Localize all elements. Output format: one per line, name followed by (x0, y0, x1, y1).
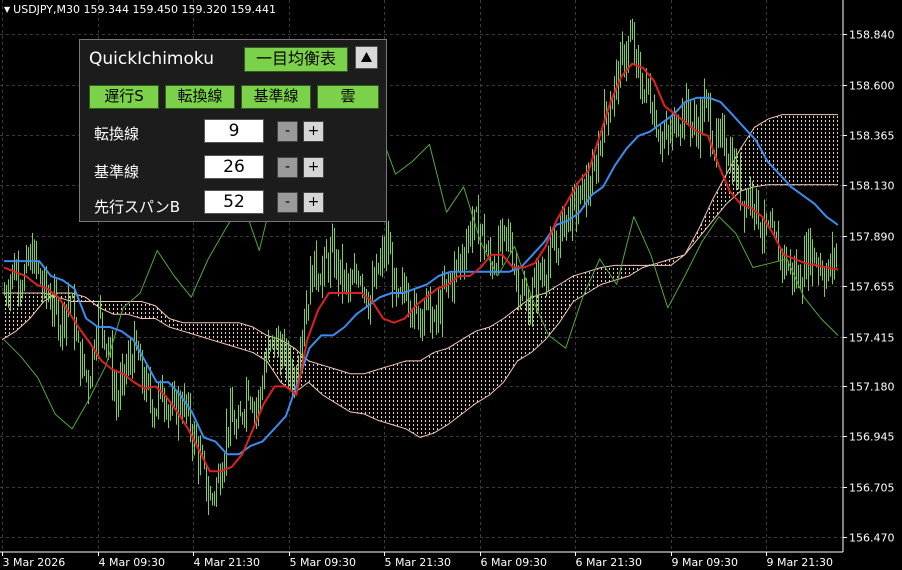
price-tick-label: 156.705 (849, 482, 895, 495)
tenkan-decrement-button[interactable]: - (277, 121, 298, 142)
price-tick-label: 158.130 (849, 180, 895, 193)
time-tick-label: 9 Mar 09:30 (672, 556, 738, 569)
kijun-decrement-button[interactable]: - (277, 157, 298, 178)
time-tick-label: 6 Mar 21:30 (576, 556, 642, 569)
time-tick-label: 9 Mar 21:30 (767, 556, 833, 569)
price-tick-label: 157.415 (849, 332, 895, 345)
param-label-kijun: 基準線 (94, 163, 140, 181)
ichimoku-button[interactable]: 一目均衡表 (244, 47, 348, 72)
senkou-b-period-field[interactable]: 52 (204, 190, 264, 214)
price-tick-label: 158.840 (849, 29, 895, 42)
toggle-kumo-button[interactable]: 雲 (317, 85, 379, 109)
kijun-increment-button[interactable]: + (303, 157, 324, 178)
tenkan-increment-button[interactable]: + (303, 121, 324, 142)
collapse-button[interactable] (355, 46, 378, 69)
kijun-period-field[interactable]: 26 (204, 155, 264, 179)
toggle-chikou-button[interactable]: 遅行S (89, 85, 159, 109)
param-label-senkou-b: 先行スパンB (94, 198, 181, 216)
price-tick-label: 157.890 (849, 231, 895, 244)
price-tick-label: 156.945 (849, 431, 895, 444)
price-tick-label: 157.180 (849, 381, 895, 394)
time-tick-label: 6 Mar 09:30 (481, 556, 547, 569)
time-tick-label: 5 Mar 09:30 (290, 556, 356, 569)
price-tick-label: 158.365 (849, 130, 895, 143)
param-label-tenkan: 転換線 (94, 125, 140, 143)
symbol-title: ▼ USDJPY,M30 159.344 159.450 159.320 159.… (4, 3, 276, 16)
symbol-title-text: USDJPY,M30 159.344 159.450 159.320 159.4… (13, 3, 276, 16)
panel-title: QuickIchimoku (89, 49, 214, 69)
dropdown-triangle-icon[interactable]: ▼ (4, 5, 10, 14)
time-tick-label: 5 Mar 21:30 (385, 556, 451, 569)
price-tick-label: 156.470 (849, 532, 895, 545)
toggle-kijun-button[interactable]: 基準線 (241, 85, 311, 109)
time-tick-label: 3 Mar 2026 (3, 556, 66, 569)
time-tick-label: 4 Mar 09:30 (99, 556, 165, 569)
senkou-b-decrement-button[interactable]: - (277, 192, 298, 213)
toggle-tenkan-button[interactable]: 転換線 (165, 85, 235, 109)
up-triangle-icon (361, 52, 372, 62)
price-tick-label: 157.655 (849, 281, 895, 294)
price-tick-label: 158.600 (849, 80, 895, 93)
quick-ichimoku-panel: QuickIchimoku 一目均衡表 遅行S 転換線 基準線 雲 転換線 9 … (79, 39, 387, 222)
senkou-b-increment-button[interactable]: + (303, 192, 324, 213)
time-tick-label: 4 Mar 21:30 (194, 556, 260, 569)
tenkan-period-field[interactable]: 9 (204, 119, 264, 143)
